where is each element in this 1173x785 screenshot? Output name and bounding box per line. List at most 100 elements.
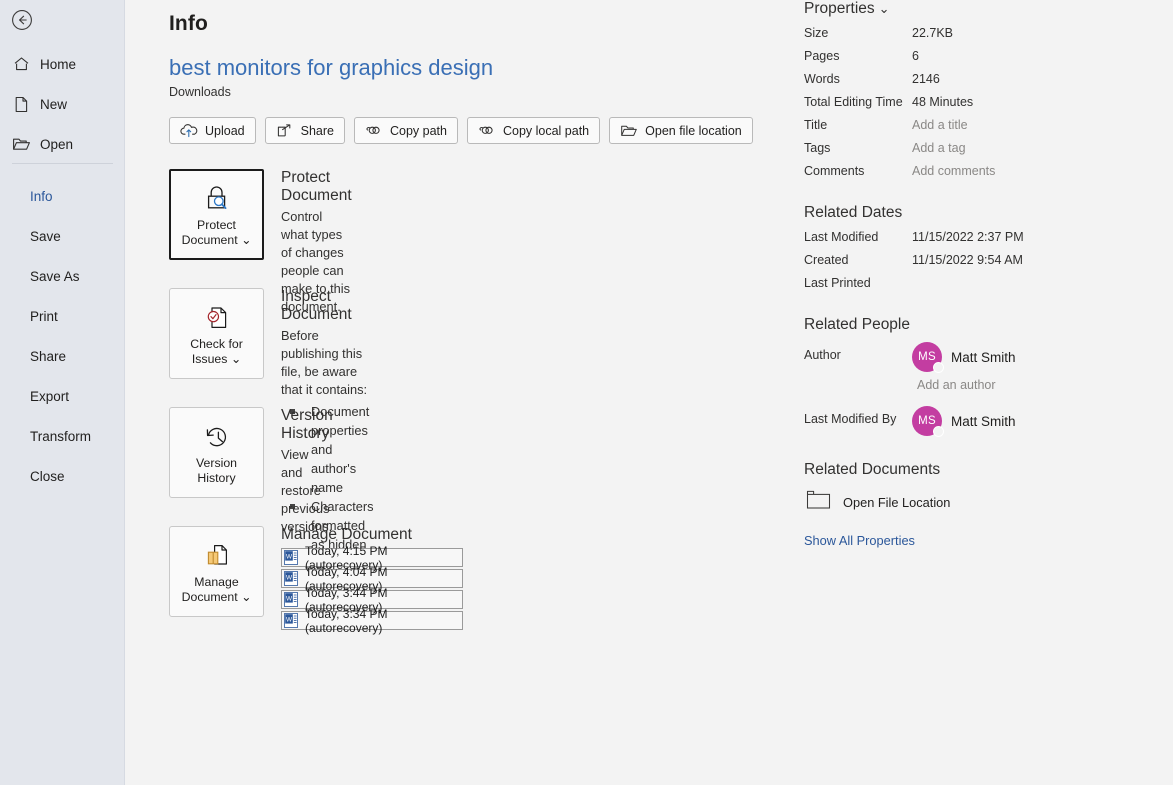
open-file-location-link[interactable]: Open File Location [804, 488, 1164, 517]
author-row: Author MS Matt Smith [804, 340, 1164, 372]
avatar: MS [912, 342, 942, 372]
upload-button[interactable]: Upload [169, 117, 256, 144]
svg-text:W: W [286, 554, 293, 561]
property-key: Total Editing Time [804, 95, 912, 109]
comments-field[interactable]: Add comments [912, 164, 995, 178]
open-folder-icon [8, 134, 34, 154]
sidebar-item-home[interactable]: Home [0, 44, 125, 84]
date-key: Created [804, 253, 912, 267]
property-key: Comments [804, 164, 912, 178]
sidebar-item-close[interactable]: Close [0, 456, 125, 496]
share-button[interactable]: Share [265, 117, 345, 144]
date-row: Last Printed [804, 276, 1164, 299]
title-field[interactable]: Add a title [912, 118, 968, 132]
presence-indicator-icon [933, 426, 944, 437]
sidebar-item-label: Share [30, 349, 66, 364]
last-modified-by-person[interactable]: MS Matt Smith [912, 406, 1016, 436]
property-key: Words [804, 72, 912, 86]
file-action-toolbar: Upload Share Copy path [169, 117, 753, 144]
button-label: Version History [196, 456, 237, 486]
svg-text:W: W [286, 575, 293, 582]
copy-path-button[interactable]: Copy path [354, 117, 458, 144]
property-key: Title [804, 118, 912, 132]
show-all-properties-link[interactable]: Show All Properties [804, 533, 1164, 548]
property-value: 22.7KB [912, 26, 953, 40]
cloud-upload-icon [180, 123, 198, 139]
back-arrow-icon [11, 9, 33, 31]
properties-heading[interactable]: Properties ⌄ [804, 0, 1164, 18]
autorecovery-item[interactable]: W Today, 3:34 PM (autorecovery) [281, 611, 463, 630]
tags-field[interactable]: Add a tag [912, 141, 966, 155]
chevron-down-icon: ⌄ [879, 1, 890, 17]
sidebar-item-label: Export [30, 389, 69, 404]
add-an-author-field[interactable]: Add an author [917, 378, 1164, 392]
last-modified-by-name: Matt Smith [951, 414, 1016, 429]
sidebar: Home New Open Info Save Save [0, 0, 125, 785]
property-value: 6 [912, 49, 919, 63]
back-button[interactable] [4, 4, 40, 36]
author-label: Author [804, 340, 912, 362]
property-value: 2146 [912, 72, 940, 86]
sidebar-item-new[interactable]: New [0, 84, 125, 124]
document-path: Downloads [169, 85, 231, 99]
property-row: Pages 6 [804, 49, 1164, 72]
document-check-icon [201, 300, 233, 334]
sidebar-item-label: Save [30, 229, 61, 244]
sidebar-item-info[interactable]: Info [0, 176, 125, 216]
manage-document-button[interactable]: Manage Document ⌄ [169, 526, 264, 617]
spacer [804, 299, 1164, 316]
new-document-icon [8, 94, 34, 114]
property-row: Size 22.7KB [804, 26, 1164, 49]
link-icon [365, 123, 383, 139]
author-person[interactable]: MS Matt Smith [912, 342, 1016, 372]
svg-text:W: W [286, 596, 293, 603]
related-dates-list: Last Modified 11/15/2022 2:37 PM Created… [804, 230, 1164, 299]
button-label: Copy path [390, 124, 447, 138]
author-name: Matt Smith [951, 350, 1016, 365]
autorecovery-list: W Today, 4:15 PM (autorecovery) [281, 548, 463, 630]
sidebar-item-label: Print [30, 309, 58, 324]
open-file-location-button[interactable]: Open file location [609, 117, 753, 144]
sidebar-item-open[interactable]: Open [0, 124, 125, 164]
page-title: Info [169, 12, 208, 36]
copy-local-path-button[interactable]: Copy local path [467, 117, 600, 144]
spacer [804, 436, 1164, 461]
check-for-issues-button[interactable]: Check for Issues ⌄ [169, 288, 264, 379]
properties-panel: Properties ⌄ Size 22.7KB Pages 6 Words 2… [804, 0, 1164, 548]
home-icon [8, 54, 34, 74]
button-label: Share [301, 124, 334, 138]
last-modified-by-row: Last Modified By MS Matt Smith [804, 404, 1164, 436]
date-row: Last Modified 11/15/2022 2:37 PM [804, 230, 1164, 253]
sidebar-item-label: Close [30, 469, 65, 484]
version-history-button[interactable]: Version History [169, 407, 264, 498]
lock-icon [200, 181, 234, 215]
sidebar-item-print[interactable]: Print [0, 296, 125, 336]
sidebar-item-save[interactable]: Save [0, 216, 125, 256]
manage-document-icon [201, 538, 233, 572]
avatar-initials: MS [918, 351, 936, 363]
sidebar-item-share[interactable]: Share [0, 336, 125, 376]
section-heading: Inspect Document [281, 288, 374, 324]
sidebar-item-save-as[interactable]: Save As [0, 256, 125, 296]
section-heading: Manage Document [281, 526, 463, 544]
manage-document-info: Manage Document W Tod [281, 526, 463, 632]
sidebar-item-label: Save As [30, 269, 80, 284]
protect-document-button[interactable]: Protect Document ⌄ [169, 169, 264, 260]
word-file-icon: W [284, 592, 300, 607]
open-file-location-label: Open File Location [843, 495, 950, 510]
sidebar-secondary-nav: Info Save Save As Print Share Export Tra… [0, 176, 125, 496]
sidebar-divider [12, 163, 113, 164]
svg-text:W: W [286, 617, 293, 624]
section-description: Before publishing this file, be aware th… [281, 327, 374, 399]
date-row: Created 11/15/2022 9:54 AM [804, 253, 1164, 276]
folder-icon [804, 488, 834, 517]
sidebar-item-label: New [40, 97, 67, 112]
sidebar-item-label: Info [30, 189, 53, 204]
sidebar-item-export[interactable]: Export [0, 376, 125, 416]
word-file-icon: W [284, 613, 300, 628]
section-description: View and restore previous versions. [281, 446, 333, 536]
presence-indicator-icon [933, 362, 944, 373]
spacer [804, 187, 1164, 204]
property-key: Pages [804, 49, 912, 63]
sidebar-item-transform[interactable]: Transform [0, 416, 125, 456]
